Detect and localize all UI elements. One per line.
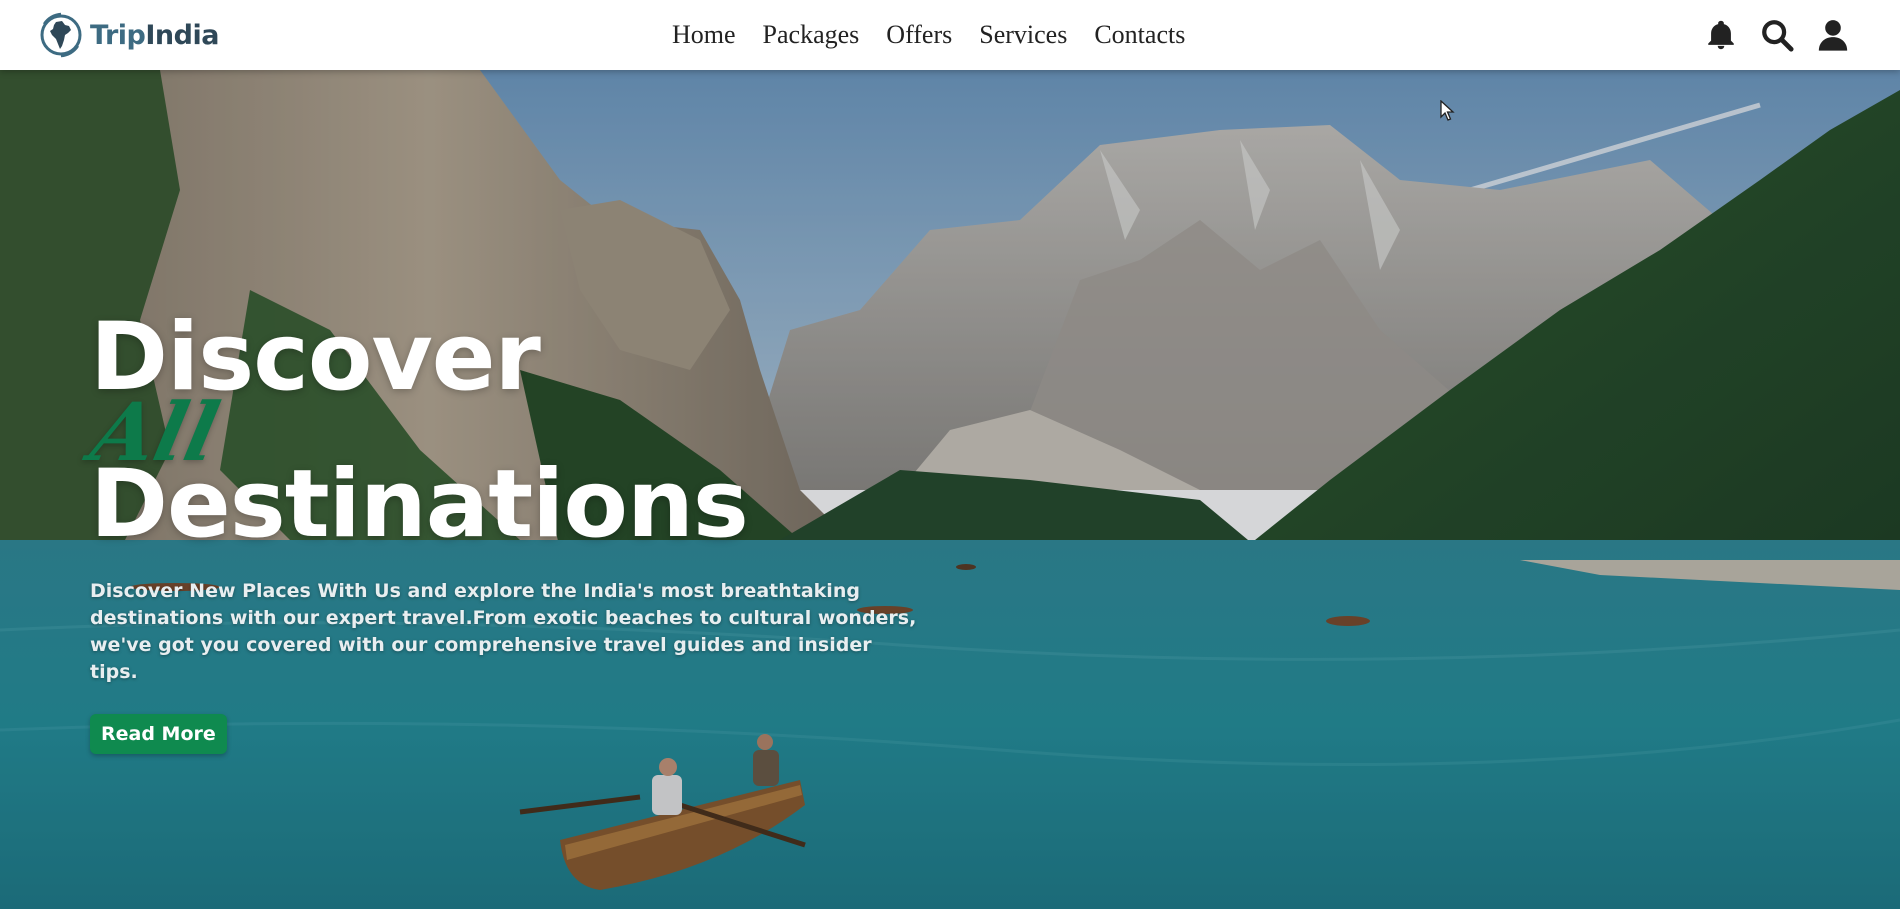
read-more-button[interactable]: Read More bbox=[90, 714, 227, 754]
hero-title-accent: All bbox=[84, 385, 227, 479]
brand-logo[interactable]: TripIndia bbox=[38, 12, 219, 58]
india-map-globe-icon bbox=[40, 12, 82, 58]
nav-link-services[interactable]: Services bbox=[979, 20, 1067, 50]
navbar: TripIndia Home Packages Offers Services … bbox=[0, 0, 1900, 70]
bell-icon[interactable] bbox=[1704, 18, 1738, 52]
mouse-cursor-icon bbox=[1440, 100, 1455, 121]
hero-description: Discover New Places With Us and explore … bbox=[90, 580, 917, 683]
nav-link-home[interactable]: Home bbox=[672, 20, 736, 50]
nav-link-offers[interactable]: Offers bbox=[886, 20, 952, 50]
user-icon[interactable] bbox=[1816, 18, 1850, 52]
hero-content: Discover All Destinations Discover New P… bbox=[84, 311, 940, 754]
nav-link-packages[interactable]: Packages bbox=[763, 20, 860, 50]
hero-section: Discover All Destinations Discover New P… bbox=[0, 70, 1900, 909]
brand-name: TripIndia bbox=[90, 19, 219, 51]
hero-title-line-2: Destinations bbox=[90, 450, 749, 559]
search-icon[interactable] bbox=[1760, 18, 1794, 52]
hero-title: Discover All Destinations bbox=[84, 311, 940, 559]
nav-link-contacts[interactable]: Contacts bbox=[1094, 20, 1185, 50]
main-navigation: Home Packages Offers Services Contacts bbox=[672, 0, 1185, 70]
